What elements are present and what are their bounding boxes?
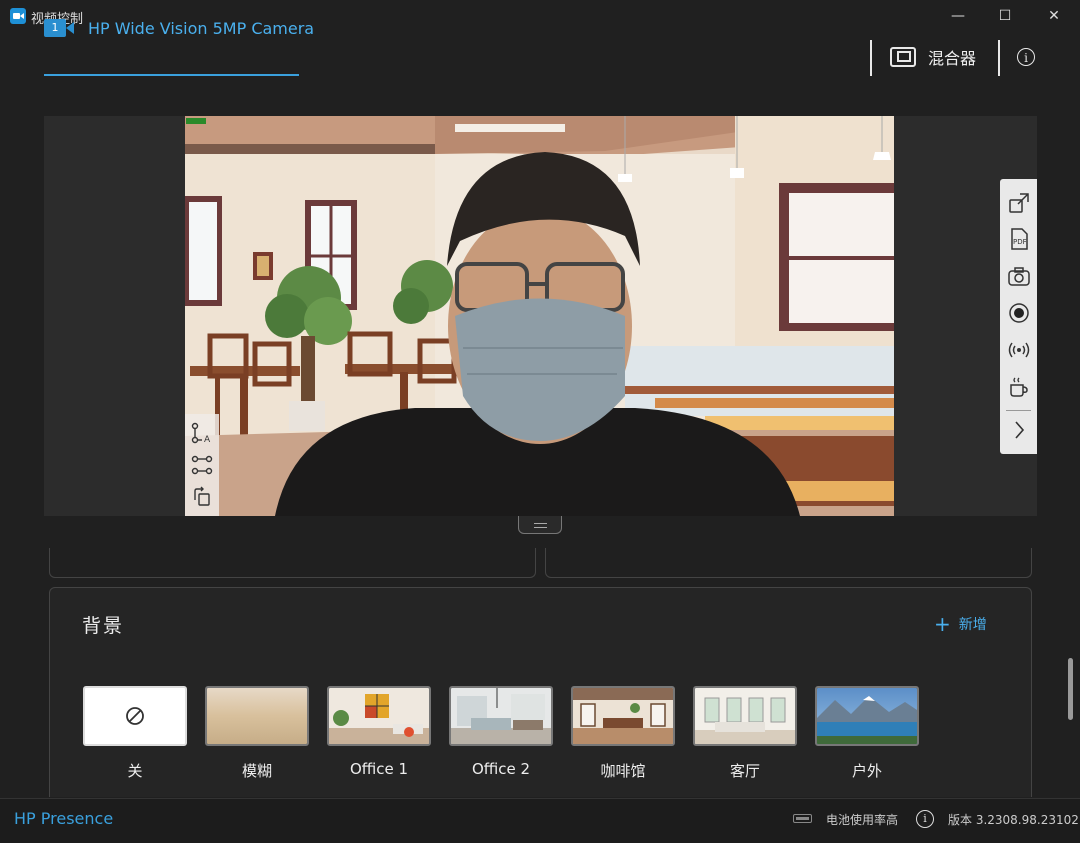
background-option-label: Office 1 (349, 760, 409, 778)
background-office1-option[interactable] (327, 686, 431, 746)
disabled-icon (126, 707, 144, 725)
coffee-break-icon[interactable] (1007, 375, 1031, 399)
recording-indicator (186, 118, 206, 124)
side-toolbar: PDF (1000, 179, 1037, 454)
tab-active-indicator (44, 74, 299, 76)
auto-frame-icon[interactable]: A (191, 422, 213, 445)
background-option-label: 模糊 (241, 762, 272, 780)
background-option-label: 户外 (851, 762, 882, 780)
rotate-icon[interactable] (191, 486, 213, 508)
pop-out-icon[interactable] (1007, 191, 1031, 215)
pdf-icon[interactable]: PDF (1007, 227, 1031, 251)
frame-adjust-icon[interactable] (191, 454, 213, 476)
vertical-scrollbar[interactable] (1068, 658, 1073, 720)
background-option-label: 客厅 (729, 762, 760, 780)
battery-icon (793, 814, 812, 823)
mixer-button[interactable]: 混合器 (890, 42, 976, 72)
maximize-button[interactable]: ☐ (982, 0, 1028, 32)
background-option-label: 关 (127, 762, 143, 780)
svg-text:A: A (204, 435, 211, 444)
info-icon[interactable]: i (916, 810, 934, 828)
camera-badge-icon: 1 (44, 19, 74, 37)
add-background-button[interactable]: + 新增 (934, 614, 987, 634)
background-office2-option[interactable] (449, 686, 553, 746)
background-living-room-option[interactable] (693, 686, 797, 746)
tab-camera[interactable]: 1 HP Wide Vision 5MP Camera (44, 12, 314, 44)
mixer-label: 混合器 (928, 49, 977, 68)
camera-app-icon (10, 8, 26, 24)
background-option-label: 咖啡馆 (600, 762, 646, 780)
header-divider-2 (998, 40, 1000, 76)
add-label: 新增 (958, 617, 987, 633)
tab-camera-label: HP Wide Vision 5MP Camera (88, 18, 315, 38)
background-blur-option[interactable] (205, 686, 309, 746)
svg-text:PDF: PDF (1013, 238, 1027, 246)
battery-status: 电池使用率高 (826, 813, 899, 827)
info-icon[interactable]: i (1017, 48, 1035, 66)
settings-card-left (49, 548, 536, 578)
record-icon[interactable] (1007, 301, 1031, 325)
background-off-option[interactable] (83, 686, 187, 746)
picture-in-picture-icon (890, 47, 916, 67)
video-tools: A (185, 414, 219, 516)
background-title: 背景 (82, 615, 125, 637)
close-button[interactable]: ✕ (1031, 0, 1077, 32)
camera-icon[interactable] (1007, 264, 1031, 288)
settings-card-right (545, 548, 1032, 578)
chevron-right-icon[interactable] (1007, 418, 1031, 442)
minimize-button[interactable]: — (935, 0, 981, 32)
camera-preview (185, 116, 894, 516)
header-divider (870, 40, 872, 76)
plus-icon: + (934, 612, 951, 636)
collapse-preview-handle[interactable] (518, 516, 562, 534)
version-text: 版本 3.2308.98.23102 (948, 813, 1079, 827)
background-cafe-option[interactable] (571, 686, 675, 746)
broadcast-icon[interactable] (1007, 338, 1031, 362)
background-option-label: Office 2 (471, 760, 531, 778)
toolbar-separator (1006, 410, 1031, 411)
app-brand: HP Presence (14, 809, 114, 828)
background-outdoor-option[interactable] (815, 686, 919, 746)
